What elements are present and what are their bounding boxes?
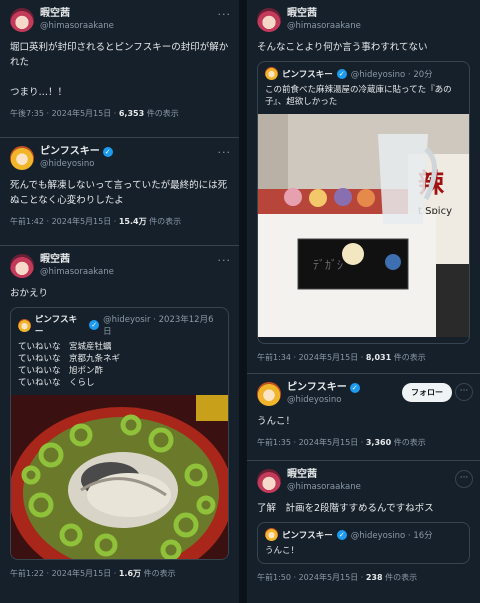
quote-display-name: ピンフスキー bbox=[282, 530, 333, 541]
more-options-icon[interactable]: ··· bbox=[218, 146, 232, 159]
timestamp[interactable]: 午前1:50 · 2024年5月15日 · bbox=[257, 573, 366, 582]
avatar[interactable] bbox=[10, 8, 34, 32]
verified-badge-icon: ✓ bbox=[336, 68, 347, 79]
quoted-tweet[interactable]: ピンフスキー ✓ @hideyosino · 16分 うんこ！ bbox=[257, 522, 470, 564]
display-name[interactable]: 暇空茜 bbox=[287, 8, 470, 20]
quote-display-name: ピンフスキー bbox=[282, 69, 333, 80]
avatar[interactable] bbox=[257, 8, 281, 32]
quote-text: うんこ！ bbox=[265, 546, 300, 556]
user-handle[interactable]: @himasoraakane bbox=[40, 20, 229, 32]
view-count: 8,031 bbox=[365, 353, 392, 362]
view-count: 6,353 bbox=[118, 109, 145, 118]
oyster-bowl-photo[interactable] bbox=[11, 395, 229, 560]
tweet-meta: 午前1:42 · 2024年5月15日 · 15.4万 件の表示 bbox=[10, 216, 229, 227]
tweet[interactable]: 暇空茜 @himasoraakane ··· 了解 計画を2段階すすめるんですね… bbox=[247, 461, 480, 603]
verified-badge-icon: ✓ bbox=[336, 529, 347, 540]
timestamp[interactable]: 午前1:35 · 2024年5月15日 · bbox=[257, 438, 366, 447]
tweet-text: 堀口英利が封印されるとピンフスキーの封印が解かれた つまり…！！ bbox=[10, 42, 229, 98]
tweet-text: 了解 計画を2段階すすめるんですねボス bbox=[257, 503, 434, 514]
tweet-text: うんこ！ bbox=[257, 416, 296, 427]
follow-button[interactable]: フォロー bbox=[402, 383, 452, 402]
view-count: 3,360 bbox=[365, 438, 392, 447]
avatar[interactable] bbox=[10, 254, 34, 278]
more-options-icon[interactable]: ··· bbox=[218, 254, 232, 267]
avatar[interactable] bbox=[257, 382, 281, 406]
view-label: 件の表示 bbox=[391, 353, 426, 362]
user-handle[interactable]: @himasoraakane bbox=[287, 481, 470, 493]
timestamp[interactable]: 午後7:35 · 2024年5月15日 · bbox=[10, 109, 119, 118]
more-options-icon[interactable]: ··· bbox=[455, 470, 473, 488]
user-handle[interactable]: @hideyosino bbox=[40, 158, 229, 170]
timestamp[interactable]: 午前1:42 · 2024年5月15日 · bbox=[10, 217, 119, 226]
verified-badge-icon: ✓ bbox=[349, 383, 360, 393]
avatar[interactable] bbox=[10, 146, 34, 170]
quoted-tweet[interactable]: ピンフスキー ✓ @hideyosir · 2023年12月6日 ていねいな 宮… bbox=[10, 307, 229, 560]
view-count: 15.4万 bbox=[118, 217, 147, 226]
view-label: 件の表示 bbox=[391, 438, 426, 447]
right-column: 暇空茜 @himasoraakane そんなことより何か言う事わすれてない ピン… bbox=[247, 0, 480, 603]
tweet-meta: 午前1:34 · 2024年5月15日 · 8,031 件の表示 bbox=[257, 352, 470, 363]
user-handle[interactable]: @himasoraakane bbox=[287, 20, 470, 32]
display-name[interactable]: 暇空茜 bbox=[40, 8, 229, 20]
verified-badge-icon: ✓ bbox=[102, 147, 113, 157]
view-label: 件の表示 bbox=[141, 569, 176, 578]
tweet-text: そんなことより何か言う事わすれてない bbox=[257, 42, 428, 53]
view-label: 件の表示 bbox=[146, 217, 182, 226]
tweet[interactable]: 暇空茜 @himasoraakane ··· 堀口英利が封印されるとピンフスキー… bbox=[0, 0, 239, 138]
view-count: 238 bbox=[365, 573, 383, 582]
quote-text: この前食べた麻辣湯屋の冷蔵庫に貼ってた『あの子』、超欲しかった bbox=[265, 85, 452, 107]
view-count: 1.6万 bbox=[118, 569, 142, 578]
timestamp[interactable]: 午前1:34 · 2024年5月15日 · bbox=[257, 353, 366, 362]
tweet-meta: 午前1:50 · 2024年5月15日 · 238 件の表示 bbox=[257, 572, 470, 583]
tweet-meta: 午前1:35 · 2024年5月15日 · 3,360 件の表示 bbox=[257, 437, 470, 448]
tweet-text: 死んでも解凍しないって言っていたが最終的には死ぬことなく心変わりしたよ bbox=[10, 180, 228, 206]
display-name[interactable]: 暇空茜 bbox=[287, 469, 470, 481]
tweet[interactable]: ピンフスキー ✓ @hideyosino フォロー ··· うんこ！ 午前1:35… bbox=[247, 374, 480, 461]
tweet[interactable]: 暇空茜 @himasoraakane ··· おかえり ピンフスキー ✓ @hi… bbox=[0, 246, 239, 603]
view-label: 件の表示 bbox=[382, 573, 418, 582]
quote-avatar bbox=[265, 528, 278, 541]
view-label: 件の表示 bbox=[144, 109, 179, 118]
verified-badge-icon: ✓ bbox=[89, 320, 100, 330]
quote-avatar bbox=[265, 67, 278, 80]
left-column: 暇空茜 @himasoraakane ··· 堀口英利が封印されるとピンフスキー… bbox=[0, 0, 239, 603]
more-options-icon[interactable]: ··· bbox=[218, 8, 232, 21]
svg-text:ﾃﾞｶﾞｼ: ﾃﾞｶﾞｼ bbox=[313, 258, 343, 272]
tweet-text: おかえり bbox=[10, 288, 49, 299]
quote-text: ていねいな 宮城産牡蠣 ていねいな 京都九条ネギ ていねいな 旭ポン酢 ていねい… bbox=[18, 342, 121, 388]
timestamp[interactable]: 午前1:22 · 2024年5月15日 · bbox=[10, 569, 119, 578]
quote-handle: @hideyosino · 16分 bbox=[350, 530, 433, 541]
column-divider bbox=[239, 0, 247, 603]
tweet[interactable]: 暇空茜 @himasoraakane そんなことより何か言う事わすれてない ピン… bbox=[247, 0, 480, 374]
more-options-icon[interactable]: ··· bbox=[455, 383, 473, 401]
user-handle[interactable]: @himasoraakane bbox=[40, 266, 229, 278]
quote-display-name: ピンフスキー bbox=[34, 315, 78, 337]
tweet-meta: 午前1:22 · 2024年5月15日 · 1.6万 件の表示 bbox=[10, 568, 229, 579]
quote-avatar bbox=[18, 318, 31, 332]
avatar[interactable] bbox=[257, 469, 281, 493]
display-name[interactable]: ピンフスキー bbox=[287, 382, 347, 394]
display-name[interactable]: 暇空茜 bbox=[40, 254, 229, 266]
display-name[interactable]: ピンフスキー bbox=[40, 146, 100, 158]
tweet-meta: 午後7:35 · 2024年5月15日 · 6,353 件の表示 bbox=[10, 108, 229, 119]
quoted-tweet[interactable]: ピンフスキー ✓ @hideyosino · 20分 この前食べた麻辣湯屋の冷蔵… bbox=[257, 61, 470, 344]
quote-handle: @hideyosir · 2023年12月6日 bbox=[103, 315, 214, 337]
fridge-figures-photo[interactable]: 辣 t Spicy ﾃﾞｶﾞｼ bbox=[258, 114, 470, 337]
quote-handle: @hideyosino · 20分 bbox=[350, 69, 433, 80]
tweet[interactable]: ピンフスキー ✓ @hideyosino ··· 死んでも解凍しないって言っていた… bbox=[0, 138, 239, 246]
